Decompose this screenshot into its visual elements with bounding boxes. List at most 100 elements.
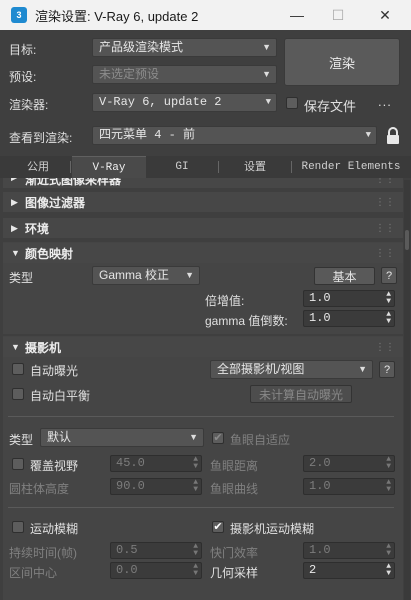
spinner-arrows-icon: ▲ ▼ (386, 455, 391, 471)
tab-render-elements[interactable]: Render Elements (294, 156, 408, 178)
grip-icon: ⋮⋮ (375, 222, 395, 234)
shutter-label: 快门效率 (210, 546, 259, 560)
override-fov-spinner[interactable]: 45.0 ▲ ▼ (110, 455, 202, 472)
minimize-button[interactable]: — (274, 0, 320, 30)
render-button[interactable]: 渲染 (284, 38, 400, 86)
gamma-spinner[interactable]: 1.0 ▲ ▼ (303, 310, 395, 327)
camera-mb-checkbox[interactable]: ✔ (212, 521, 224, 533)
more-options-button[interactable]: ... (378, 94, 392, 109)
tab-vray[interactable]: V-Ray (72, 156, 146, 178)
cyl-height-spinner[interactable]: 90.0 ▲ ▼ (110, 478, 202, 495)
rollout-sampler[interactable]: ▶ 渐近式图像采样器 ⋮⋮ (3, 178, 403, 188)
fisheye-curve-spinner[interactable]: 1.0 ▲ ▼ (303, 478, 395, 495)
geo-samples-spinner[interactable]: 2 ▲ ▼ (303, 562, 395, 579)
help-button[interactable]: ? (381, 267, 397, 284)
preset-dropdown[interactable]: 未选定预设 ▼ (92, 65, 277, 84)
target-dropdown[interactable]: 产品级渲染模式 ▼ (92, 38, 277, 57)
camera-type-value: 默认 (47, 430, 72, 444)
preset-value: 未选定预设 (99, 67, 160, 81)
chevron-down-icon: ▼ (262, 42, 271, 52)
fisheye-dist-spinner[interactable]: 2.0 ▲ ▼ (303, 455, 395, 472)
tab-gi[interactable]: GI (150, 156, 214, 178)
spinner-arrows-icon: ▲ ▼ (193, 562, 198, 578)
tab-common[interactable]: 公用 (10, 156, 66, 178)
fisheye-dist-label: 鱼眼距离 (210, 459, 259, 473)
tab-divider (70, 161, 71, 173)
chevron-down-icon: ▼ (262, 69, 271, 79)
shutter-spinner[interactable]: 1.0 ▲ ▼ (303, 542, 395, 559)
lock-icon[interactable] (386, 127, 400, 148)
chevron-down-icon: ▼ (11, 248, 20, 258)
renderer-label: 渲染器: (9, 98, 49, 112)
tab-bar: 公用 V-Ray GI 设置 Render Elements (0, 156, 411, 178)
target-label: 目标: (9, 43, 37, 57)
camera-select-value: 全部摄影机/视图 (217, 362, 305, 376)
duration-spinner[interactable]: 0.5 ▲ ▼ (110, 542, 202, 559)
spinner-arrows-icon: ▲ ▼ (386, 562, 391, 578)
spinner-arrows-icon: ▲ ▼ (386, 478, 391, 494)
view-value: 四元菜单 4 - 前 (99, 128, 196, 142)
camera-mb-label: 摄影机运动模糊 (230, 522, 315, 536)
chevron-right-icon: ▶ (11, 222, 18, 233)
view-dropdown[interactable]: 四元菜单 4 - 前 ▼ (92, 126, 377, 145)
chevron-down-icon: ▼ (185, 270, 194, 280)
camera-type-dropdown[interactable]: 默认 ▼ (40, 428, 204, 447)
scrollbar-thumb[interactable] (405, 230, 409, 250)
renderer-dropdown[interactable]: V-Ray 6, update 2 ▼ (92, 93, 277, 112)
chevron-down-icon: ▼ (189, 432, 198, 442)
override-fov-value: 45.0 (116, 456, 145, 470)
motion-blur-checkbox[interactable] (12, 521, 24, 533)
mode-basic-button[interactable]: 基本 (314, 267, 375, 285)
cyl-height-label: 圆柱体高度 (9, 482, 70, 496)
multiplier-value: 1.0 (309, 291, 331, 305)
chevron-down-icon: ▼ (358, 364, 367, 374)
title-bar: 3 渲染设置: V-Ray 6, update 2 — ☐ ✕ (0, 0, 411, 30)
app-icon: 3 (11, 7, 27, 23)
duration-value: 0.5 (116, 543, 138, 557)
interval-spinner[interactable]: 0.0 ▲ ▼ (110, 562, 202, 579)
renderer-value: V-Ray 6, update 2 (99, 95, 222, 109)
chevron-right-icon: ▶ (11, 178, 18, 183)
divider (8, 507, 394, 508)
rollout-camera[interactable]: ▼ 摄影机 ⋮⋮ (3, 337, 403, 357)
gamma-value: 1.0 (309, 311, 331, 325)
rollout-title: 颜色映射 (25, 246, 74, 261)
fisheye-curve-label: 鱼眼曲线 (210, 482, 259, 496)
auto-wb-checkbox[interactable] (12, 388, 24, 400)
camera-select-dropdown[interactable]: 全部摄影机/视图 ▼ (210, 360, 373, 379)
spinner-arrows-icon: ▲ ▼ (193, 478, 198, 494)
auto-exposure-checkbox[interactable] (12, 363, 24, 375)
save-file-checkbox[interactable] (286, 97, 298, 109)
interval-label: 区间中心 (9, 566, 58, 580)
fisheye-dist-value: 2.0 (309, 456, 331, 470)
chevron-down-icon: ▼ (265, 97, 271, 107)
gamma-label: gamma 值倒数: (205, 314, 288, 328)
fisheye-auto-checkbox[interactable]: ✔ (212, 432, 224, 444)
grip-icon: ⋮⋮ (375, 196, 395, 208)
chevron-down-icon: ▼ (11, 342, 20, 352)
rollout-image-filter[interactable]: ▶ 图像过滤器 ⋮⋮ (3, 192, 403, 212)
geo-samples-value: 2 (309, 563, 317, 577)
geo-samples-label: 几何采样 (210, 566, 259, 580)
rollout-color-mapping[interactable]: ▼ 颜色映射 ⋮⋮ (3, 243, 403, 263)
spinner-arrows-icon: ▲ ▼ (193, 455, 198, 471)
rollout-title: 图像过滤器 (25, 195, 86, 210)
camera-help-button[interactable]: ? (379, 361, 395, 378)
rollout-environment[interactable]: ▶ 环境 ⋮⋮ (3, 218, 403, 238)
cm-type-dropdown[interactable]: Gamma 校正 ▼ (92, 266, 200, 285)
maximize-button[interactable]: ☐ (315, 0, 361, 30)
fisheye-curve-value: 1.0 (309, 479, 331, 493)
override-fov-checkbox[interactable] (12, 458, 24, 470)
grip-icon: ⋮⋮ (375, 178, 395, 185)
duration-label: 持续时间(帧) (9, 546, 77, 560)
multiplier-spinner[interactable]: 1.0 ▲ ▼ (303, 290, 395, 307)
override-fov-label: 覆盖视野 (30, 459, 79, 473)
auto-wb-label: 自动白平衡 (30, 389, 91, 403)
shutter-value: 1.0 (309, 543, 331, 557)
calc-exposure-button[interactable]: 未计算自动曝光 (250, 385, 352, 403)
cm-type-value: Gamma 校正 (99, 268, 170, 282)
tab-settings[interactable]: 设置 (222, 156, 288, 178)
cm-type-label: 类型 (9, 271, 34, 285)
motion-blur-label: 运动模糊 (30, 522, 79, 536)
close-button[interactable]: ✕ (362, 0, 408, 30)
